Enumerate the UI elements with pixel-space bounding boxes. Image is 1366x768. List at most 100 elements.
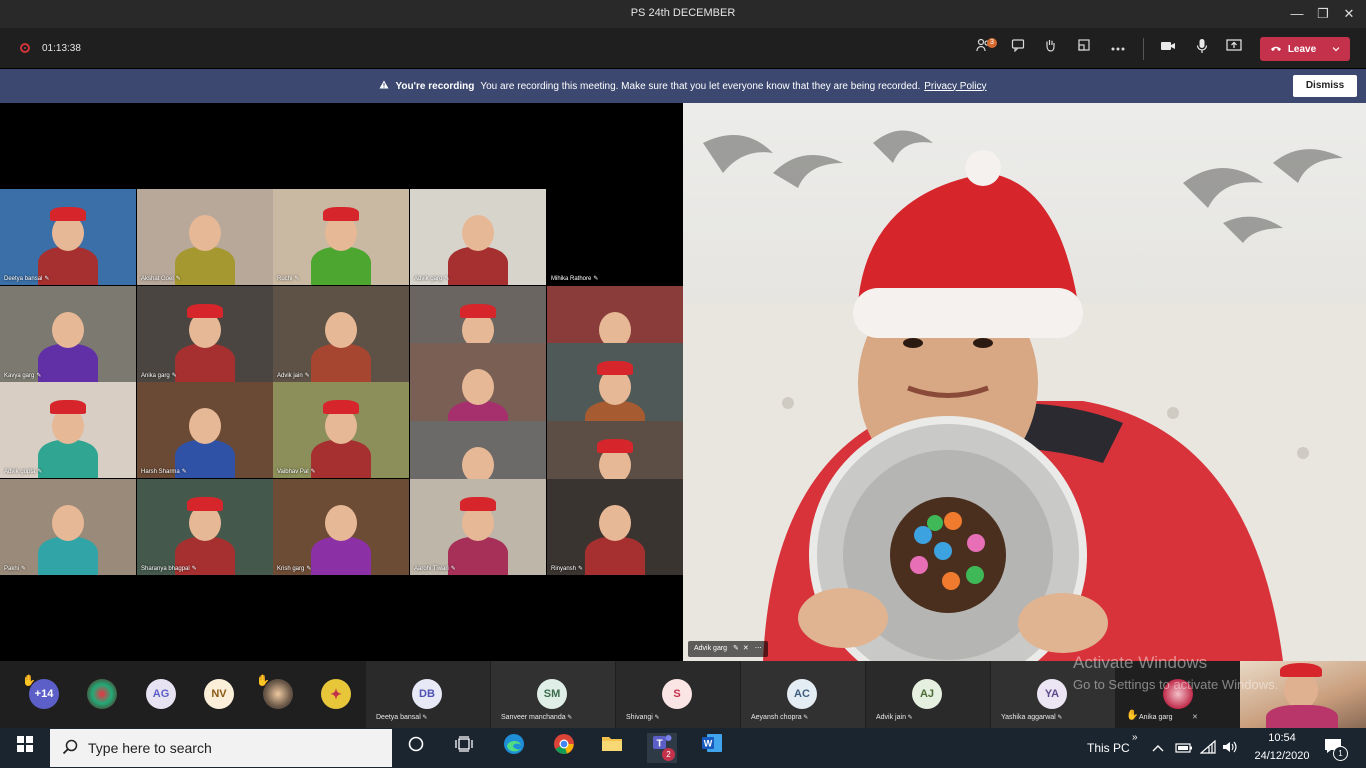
participant-video-tile[interactable]: Akshat Goel ✎: [137, 189, 273, 285]
participant-head: [189, 408, 221, 444]
participant-video-tile[interactable]: Rinyansh ✎: [547, 479, 683, 575]
more-options-icon[interactable]: [1106, 38, 1130, 58]
participant-initials: AJ: [919, 688, 935, 700]
share-screen-icon[interactable]: [1222, 38, 1246, 58]
participant-name: Pakhi: [4, 566, 20, 572]
participant-video-tile[interactable]: Advik jain ✎: [273, 286, 409, 382]
participant-name: Mihika Rathore: [551, 276, 592, 282]
toolbar-expand-icon[interactable]: »: [1132, 732, 1138, 743]
participant-tile-name: Sharanya bhagpal ✎: [141, 565, 197, 572]
participant-video-tile[interactable]: Ruchi ✎: [273, 189, 409, 285]
svg-text:W: W: [704, 739, 713, 749]
participant-video-tile[interactable]: Advik gupta ✎: [0, 382, 136, 478]
participant-avatar[interactable]: AG: [146, 679, 176, 709]
participant-name-text: Yashika aggarwal: [1001, 714, 1056, 721]
participant-initials: SM: [543, 688, 561, 700]
participant-video-tile[interactable]: Advik garg ✎: [410, 189, 546, 285]
privacy-policy-link[interactable]: Privacy Policy: [924, 81, 986, 92]
participant-body: [448, 537, 508, 575]
raise-hand-icon[interactable]: [1038, 38, 1062, 58]
cortana-icon[interactable]: [401, 733, 431, 763]
taskbar-search-box[interactable]: Type here to search: [50, 729, 392, 767]
participant-tile-name: Akshat Goel ✎: [141, 275, 181, 282]
participant-body: [175, 344, 235, 382]
volume-icon[interactable]: [1222, 740, 1238, 759]
leave-button[interactable]: Leave: [1260, 37, 1350, 61]
participant-tile-name: Advik garg ✎: [414, 275, 449, 282]
participant-video-tile[interactable]: Kavya garg ✎: [0, 286, 136, 382]
main-video-name-tag: Advik garg ✎ ✕ ⋯: [688, 641, 768, 657]
svg-text:T: T: [656, 739, 662, 750]
clock-time[interactable]: 10:54: [1262, 732, 1302, 744]
participant-tile-name: Rinyansh ✎: [551, 565, 583, 572]
participant-video-tile[interactable]: Deetya bansal ✎: [0, 189, 136, 285]
participant-avatar-photo[interactable]: [263, 679, 293, 709]
participant-name-text: Sanveer manchanda: [501, 714, 566, 721]
edge-browser-icon[interactable]: [499, 733, 529, 763]
participant-video-tile[interactable]: Pakhi ✎: [0, 479, 136, 575]
teams-app-icon[interactable]: T 2: [647, 733, 677, 763]
participant-body: [38, 344, 98, 382]
participant-body: [175, 247, 235, 285]
file-explorer-icon[interactable]: [597, 733, 627, 763]
participant-name: Advik jain ✎: [876, 714, 913, 721]
participant-name: Akshat Goel: [141, 276, 174, 282]
chat-icon[interactable]: [1006, 38, 1030, 58]
mic-off-icon: ✎: [306, 566, 312, 572]
main-video-scene: [683, 130, 1366, 661]
participant-avatar: DB: [412, 679, 442, 709]
clock-date[interactable]: 24/12/2020: [1249, 750, 1315, 762]
participant-body: [585, 537, 645, 575]
participant-avatar-photo[interactable]: [87, 679, 117, 709]
participant-avatar-logo[interactable]: ✦: [321, 679, 351, 709]
windows-start-icon[interactable]: [10, 733, 40, 763]
participant-video-tile[interactable]: Anika garg ✎: [137, 286, 273, 382]
chrome-browser-icon[interactable]: [549, 733, 579, 763]
participant-initials: YA: [1044, 688, 1060, 700]
microphone-icon[interactable]: [1190, 38, 1214, 58]
task-view-icon[interactable]: [449, 733, 479, 763]
participant-name: Harsh Sharma: [141, 469, 180, 475]
breakout-rooms-icon[interactable]: [1072, 38, 1096, 58]
participant-video-tile[interactable]: Harsh Sharma ✎: [137, 382, 273, 478]
pin-icon[interactable]: ✎: [733, 645, 739, 652]
participant-head: [325, 312, 357, 348]
participant-name: Rinyansh: [551, 566, 577, 572]
mic-off-icon: ✎: [444, 276, 450, 282]
participant-avatar[interactable]: NV: [204, 679, 234, 709]
participant-name: Aarohi Tiwari: [414, 566, 449, 572]
participant-video-tile[interactable]: Vaibhav Pal ✎: [273, 382, 409, 478]
participant-video-tile[interactable]: Mihika Rathore ✎: [547, 189, 683, 285]
mic-off-icon: ✎: [21, 566, 27, 572]
participant-video-tile[interactable]: Krish garg ✎: [273, 479, 409, 575]
chevron-up-icon[interactable]: [1152, 740, 1164, 758]
activate-windows-title: Activate Windows: [1073, 653, 1208, 672]
participant-name-text: Deetya bansal: [376, 714, 421, 721]
participant-tile-name: Harsh Sharma ✎: [141, 468, 187, 475]
participant-avatar: AC: [787, 679, 817, 709]
notification-center-icon[interactable]: 1: [1324, 738, 1348, 761]
close-button[interactable]: ✕: [1334, 4, 1364, 24]
mic-off-icon: ✕: [1192, 714, 1198, 721]
banner-message: You are recording this meeting. Make sur…: [480, 80, 921, 92]
participant-name: Deetya bansal ✎: [376, 714, 427, 721]
participant-name: Aeyansh chopra ✎: [751, 714, 808, 721]
word-app-icon[interactable]: W: [697, 733, 727, 763]
mic-off-icon: ✎: [310, 469, 316, 475]
self-video-preview[interactable]: [1240, 661, 1366, 735]
dismiss-button[interactable]: Dismiss: [1293, 75, 1357, 97]
wifi-icon[interactable]: [1199, 739, 1216, 759]
participant-head: [599, 505, 631, 541]
more-options-icon[interactable]: ⋯: [755, 645, 762, 652]
this-pc-toolbar[interactable]: This PC: [1087, 741, 1130, 755]
main-video[interactable]: [683, 103, 1366, 661]
leave-label: Leave: [1287, 43, 1317, 55]
overflow-participants-button[interactable]: +14: [29, 679, 59, 709]
camera-icon[interactable]: [1156, 38, 1180, 58]
chevron-down-icon[interactable]: [1332, 44, 1340, 55]
participant-video-tile[interactable]: Aarohi Tiwari ✎: [410, 479, 546, 575]
battery-icon[interactable]: [1175, 741, 1193, 759]
window-title: PS 24th DECEMBER: [630, 7, 736, 19]
hand-raised-icon: ✋: [1126, 710, 1139, 721]
participant-video-tile[interactable]: Sharanya bhagpal ✎: [137, 479, 273, 575]
